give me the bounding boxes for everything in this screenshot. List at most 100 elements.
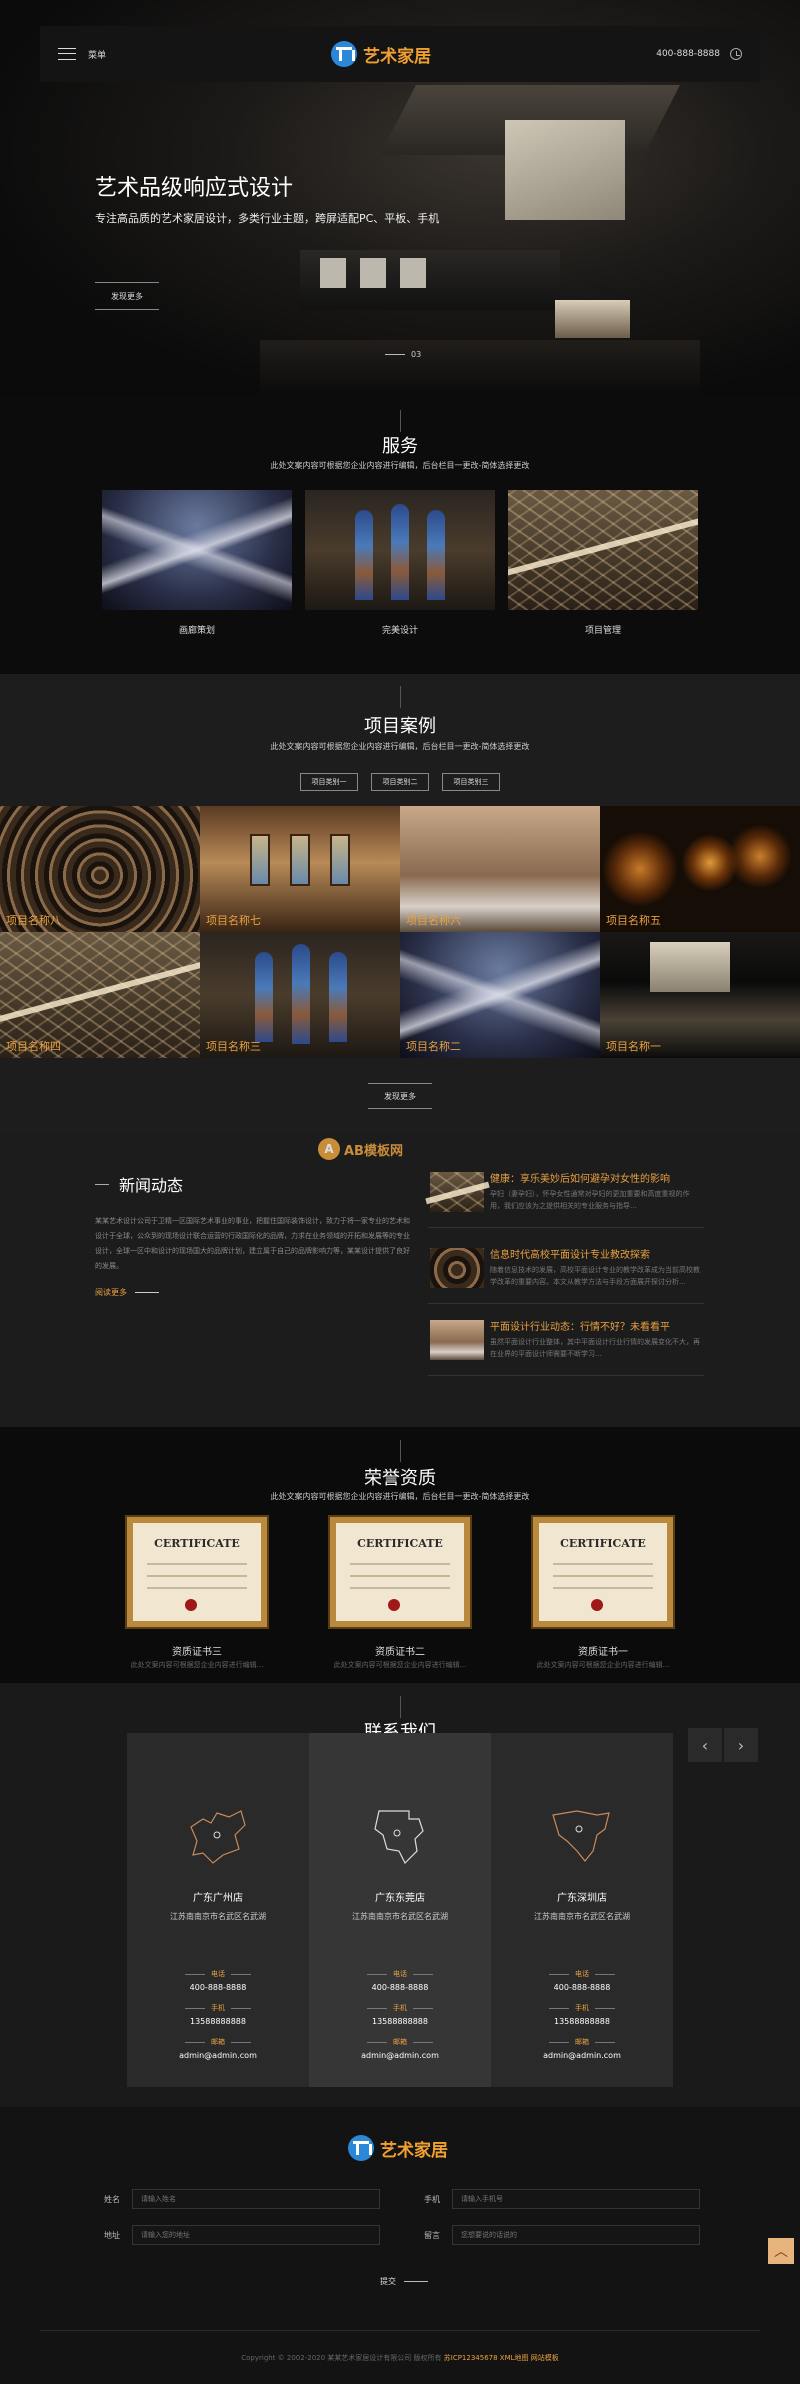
store-phone: 400-888-8888 <box>189 1983 247 1992</box>
store-card[interactable]: 广东深圳店 江苏南南京市名武区名武湖 电话 400-888-8888 手机 13… <box>491 1733 673 2087</box>
certificate-image[interactable]: CERTIFICATE <box>127 1517 267 1627</box>
honor-desc: 此处文案内容可根据您企业内容进行编辑，后台栏目一更改-简体选择更改 <box>270 1492 530 1501</box>
case-item[interactable]: 项目名称四 <box>0 932 200 1058</box>
certificate-image[interactable]: CERTIFICATE <box>330 1517 470 1627</box>
watermark-icon: A <box>318 1138 340 1160</box>
tab-category-3[interactable]: 项目类别三 <box>442 773 500 791</box>
site-header: 菜单 艺术家居 400-888-8888 <box>40 26 760 82</box>
watermark-logo: A AB模板网 <box>318 1138 403 1160</box>
address-input[interactable] <box>132 2225 380 2245</box>
footer-logo[interactable]: 艺术家居 <box>348 2135 448 2161</box>
email-label: 邮箱 <box>211 2038 225 2046</box>
submit-label: 提交 <box>380 2277 396 2286</box>
service-label[interactable]: 完美设计 <box>305 623 495 636</box>
case-item[interactable]: 项目名称三 <box>200 932 400 1058</box>
store-mobile: 13588888888 <box>190 2017 246 2026</box>
service-image[interactable] <box>102 490 292 610</box>
seal-icon <box>591 1599 603 1611</box>
certificate-desc: 此处文案内容可根据您企业内容进行编辑... <box>333 1661 467 1669</box>
header-phone: 400-888-8888 <box>656 48 742 60</box>
certificate-label[interactable]: 资质证书一 <box>533 1643 673 1658</box>
site-logo[interactable]: 艺术家居 <box>331 41 431 67</box>
news-item[interactable]: 信息时代高校平面设计专业教改探索 随着信息技术的发展，高校平面设计专业的教学改革… <box>428 1244 704 1304</box>
message-input[interactable] <box>452 2225 700 2245</box>
store-card[interactable]: 广东东莞店 江苏南南京市名武区名武湖 电话 400-888-8888 手机 13… <box>309 1733 491 2087</box>
store-phone: 400-888-8888 <box>553 1983 611 1992</box>
next-arrow-icon[interactable]: › <box>724 1728 758 1762</box>
certificate-heading: CERTIFICATE <box>560 1537 646 1550</box>
seal-icon <box>185 1599 197 1611</box>
hamburger-icon <box>58 48 76 60</box>
read-more-link[interactable]: 阅读更多 <box>95 1287 159 1298</box>
case-item[interactable]: 项目名称八 <box>0 806 200 932</box>
honor-title: 荣誉资质 <box>364 1468 436 1489</box>
store-email[interactable]: admin@admin.com <box>491 2051 673 2060</box>
store-mobile: 13588888888 <box>554 2017 610 2026</box>
divider <box>400 686 401 708</box>
hero-image-frame <box>400 258 426 288</box>
icp-links[interactable]: 苏ICP12345678 XML地图 网站模板 <box>444 2354 559 2362</box>
service-label[interactable]: 项目管理 <box>508 623 698 636</box>
logo-icon <box>348 2135 374 2161</box>
case-item[interactable]: 项目名称二 <box>400 932 600 1058</box>
mobile-label: 手机 <box>393 2004 407 2012</box>
case-item[interactable]: 项目名称五 <box>600 806 800 932</box>
hero-image-frame <box>360 258 386 288</box>
news-item-title[interactable]: 健康：享乐美妙后如何避孕对女性的影响 <box>490 1170 700 1185</box>
certificate-heading: CERTIFICATE <box>154 1537 240 1550</box>
store-address: 江苏南南京市名武区名武湖 <box>170 1912 266 1921</box>
certificate-heading: CERTIFICATE <box>357 1537 443 1550</box>
case-item[interactable]: 项目名称一 <box>600 932 800 1058</box>
cases-desc: 此处文案内容可根据您企业内容进行编辑，后台栏目一更改-简体选择更改 <box>270 742 530 751</box>
phone-input[interactable] <box>452 2189 700 2209</box>
logo-icon <box>331 41 358 67</box>
seal-icon <box>388 1599 400 1611</box>
certificate-label[interactable]: 资质证书二 <box>330 1643 470 1658</box>
case-item[interactable]: 项目名称六 <box>400 806 600 932</box>
service-label[interactable]: 画廊策划 <box>102 623 292 636</box>
email-label: 邮箱 <box>393 2038 407 2046</box>
name-input[interactable] <box>132 2189 380 2209</box>
store-email[interactable]: admin@admin.com <box>309 2051 491 2060</box>
store-card[interactable]: 广东广州店 江苏南南京市名武区名武湖 电话 400-888-8888 手机 13… <box>127 1733 309 2087</box>
news-item[interactable]: 健康：享乐美妙后如何避孕对女性的影响 孕妇（妻孕妇），怀孕女性通常对孕妇的更加重… <box>428 1168 704 1228</box>
tab-category-1[interactable]: 项目类别一 <box>300 773 358 791</box>
service-image[interactable] <box>508 490 698 610</box>
case-label: 项目名称五 <box>606 914 661 927</box>
address-label: 地址 <box>104 2231 120 2240</box>
back-to-top-button[interactable]: ︿ <box>768 2238 794 2264</box>
hero-image-lightbox <box>505 120 625 220</box>
logo-text: 艺术家居 <box>363 46 432 67</box>
phone-label: 电话 <box>393 1970 407 1978</box>
phone-label: 电话 <box>575 1970 589 1978</box>
news-item-title[interactable]: 信息时代高校平面设计专业教改探索 <box>490 1246 700 1261</box>
prev-arrow-icon[interactable]: ‹ <box>688 1728 722 1762</box>
service-image[interactable] <box>305 490 495 610</box>
store-email[interactable]: admin@admin.com <box>127 2051 309 2060</box>
news-item-desc: 随着信息技术的发展，高校平面设计专业的教学改革成为当前高校教学改革的重要内容。本… <box>490 1266 700 1286</box>
cases-more-button[interactable]: 发现更多 <box>368 1083 432 1109</box>
case-item[interactable]: 项目名称七 <box>200 806 400 932</box>
map-outline-icon <box>374 1810 424 1865</box>
tab-category-2[interactable]: 项目类别二 <box>371 773 429 791</box>
phone-label: 手机 <box>424 2195 440 2204</box>
arrow-up-icon: ︿ <box>774 2244 788 2260</box>
menu-button[interactable]: 菜单 <box>58 48 106 61</box>
news-item-title[interactable]: 平面设计行业动态：行情不好？未看看平 <box>490 1318 700 1333</box>
store-address: 江苏南南京市名武区名武湖 <box>352 1912 448 1921</box>
case-label: 项目名称七 <box>206 914 261 927</box>
carousel-controls: ‹ › <box>688 1728 758 1762</box>
news-item[interactable]: 平面设计行业动态：行情不好？未看看平 虽然平面设计行业整体，其中平面设计行业行情… <box>428 1316 704 1376</box>
hero-image-pedestal <box>555 300 630 338</box>
hero-pagination[interactable]: 03 <box>385 350 421 359</box>
certificate-image[interactable]: CERTIFICATE <box>533 1517 673 1627</box>
hero-page-number: 03 <box>411 350 422 359</box>
read-more-label: 阅读更多 <box>95 1288 127 1297</box>
certificate-label[interactable]: 资质证书三 <box>127 1643 267 1658</box>
clock-icon <box>730 48 742 60</box>
news-thumbnail <box>430 1320 484 1360</box>
hero-title: 艺术品级响应式设计 <box>95 176 294 201</box>
hero-discover-button[interactable]: 发现更多 <box>95 282 159 310</box>
store-name: 广东东莞店 <box>375 1893 425 1904</box>
submit-button[interactable]: 提交 <box>380 2276 428 2287</box>
